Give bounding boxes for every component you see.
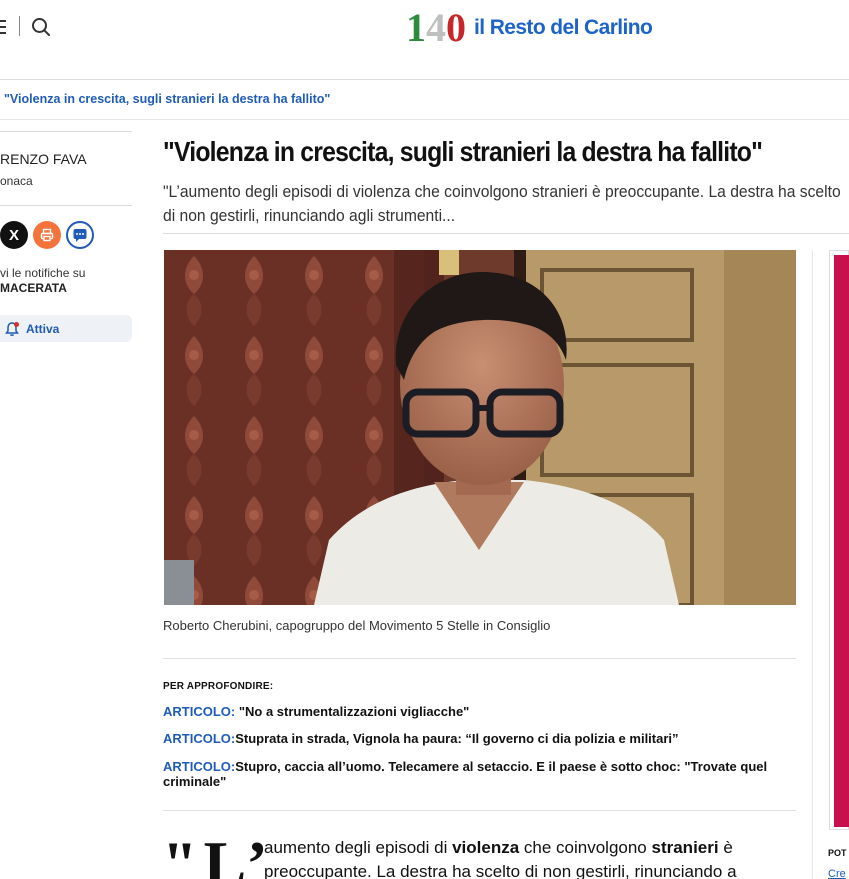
search-icon[interactable]	[30, 16, 52, 38]
bold-keyword: violenza	[452, 838, 520, 857]
share-x-button[interactable]: X	[0, 221, 28, 249]
activate-notifications-button[interactable]: Attiva	[0, 315, 132, 342]
related-kind-label: ARTICOLO:	[163, 704, 236, 719]
chat-bubble-icon	[73, 229, 87, 242]
activate-label: Attiva	[26, 321, 60, 336]
site-header: 140 il Resto del Carlino	[0, 0, 849, 80]
notifications-prompt: vi le notifiche su	[0, 266, 86, 280]
powered-by-link[interactable]: Cre	[828, 868, 846, 879]
photo-illustration	[164, 250, 796, 605]
divider	[812, 250, 813, 879]
printer-icon	[40, 228, 54, 242]
article-category[interactable]: onaca	[0, 174, 33, 188]
advertisement-banner[interactable]	[829, 250, 849, 830]
divider	[163, 810, 796, 811]
divider	[0, 205, 132, 206]
breadcrumb: "Violenza in crescita, sugli stranieri l…	[0, 80, 849, 120]
logo-anniversary-mark: 140	[406, 5, 466, 50]
divider	[163, 658, 796, 659]
header-divider	[19, 16, 20, 36]
related-title: "No a strumentalizzazioni vigliacche"	[238, 704, 470, 719]
related-article-link[interactable]: ARTICOLO:Stupro, caccia all’uomo. Teleca…	[163, 759, 803, 789]
share-buttons: X	[0, 221, 94, 249]
notifications-city: MACERATA	[0, 281, 67, 295]
photo-caption: Roberto Cherubini, capogruppo del Movime…	[163, 618, 551, 633]
article-headline: "Violenza in crescita, sugli stranieri l…	[163, 136, 763, 167]
related-article-link[interactable]: ARTICOLO: "No a strumentalizzazioni vigl…	[163, 704, 803, 719]
breadcrumb-current-link[interactable]: "Violenza in crescita, sugli stranieri l…	[4, 92, 330, 106]
divider	[0, 131, 132, 132]
related-title: Stuprata in strada, Vignola ha paura: “I…	[235, 731, 679, 746]
logo-wordmark: il Resto del Carlino	[474, 16, 653, 39]
related-articles-title: PER APPROFONDIRE:	[163, 681, 274, 692]
x-logo-icon: X	[8, 226, 19, 244]
site-logo[interactable]: 140 il Resto del Carlino	[406, 5, 653, 50]
bold-keyword: stranieri	[651, 838, 719, 857]
related-kind-label: ARTICOLO:	[163, 731, 236, 746]
hamburger-menu-icon[interactable]	[0, 20, 6, 34]
ad-creative	[834, 255, 849, 827]
related-title: Stupro, caccia all’uomo. Telecamere al s…	[163, 759, 768, 789]
article-subtitle: "L’aumento degli episodi di violenza che…	[163, 182, 841, 225]
article-photo[interactable]	[164, 250, 796, 605]
author-name[interactable]: RENZO FAVA	[0, 151, 87, 167]
article-body: aumento degli episodi di violenza che co…	[264, 838, 737, 879]
divider	[163, 233, 849, 234]
comment-button[interactable]	[66, 221, 94, 249]
print-button[interactable]	[33, 221, 61, 249]
drop-cap: "L’	[162, 828, 274, 879]
bell-icon	[5, 321, 19, 336]
related-kind-label: ARTICOLO:	[163, 759, 236, 774]
related-article-link[interactable]: ARTICOLO:Stuprata in strada, Vignola ha …	[163, 731, 803, 746]
powered-by-label: POT	[828, 848, 847, 858]
